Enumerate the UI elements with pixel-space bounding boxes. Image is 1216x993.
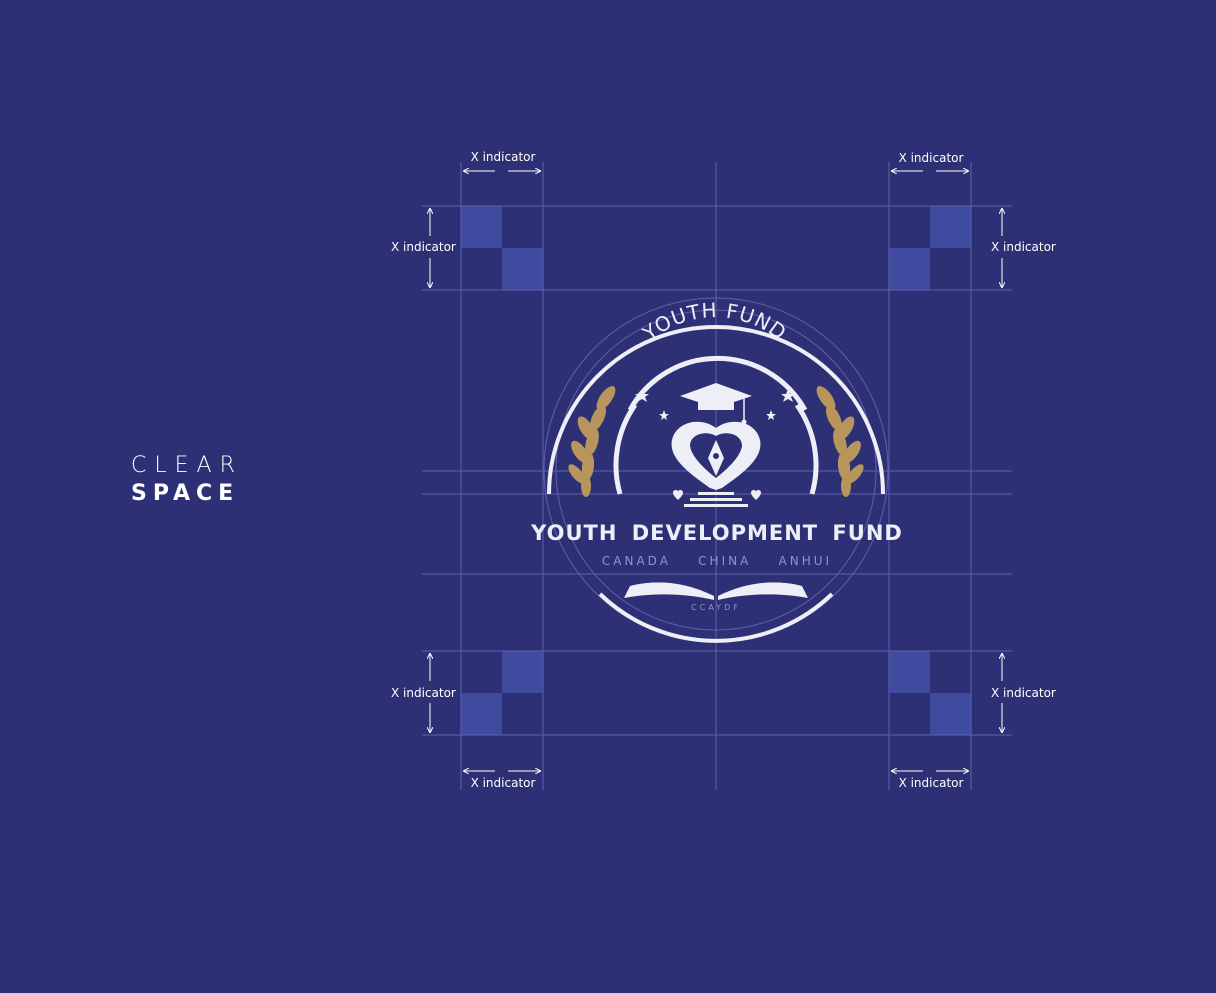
indicator-label: X indicator xyxy=(391,686,456,700)
indicator-label: X indicator xyxy=(471,150,536,164)
logo-inner-arc-right xyxy=(794,403,819,495)
logo-inner-arc-left xyxy=(613,403,638,495)
clear-space-diagram: X indicator X indicator X indicator X in… xyxy=(391,150,1056,790)
guide-square xyxy=(930,206,971,248)
left-laurel-icon xyxy=(568,386,616,497)
pen-nib-icon xyxy=(671,421,761,490)
logo-arc-text: YOUTH FUND xyxy=(637,298,791,346)
guide-square xyxy=(502,651,543,693)
right-laurel-icon xyxy=(816,386,864,497)
guide-square xyxy=(502,248,543,290)
indicator-label: X indicator xyxy=(471,776,536,790)
guide-square xyxy=(461,206,502,248)
indicator-label: X indicator xyxy=(899,776,964,790)
indicator-label: X indicator xyxy=(391,240,456,254)
guide-square xyxy=(889,651,930,693)
guide-square xyxy=(889,248,930,290)
guide-square xyxy=(461,693,502,735)
logo-main-text: YOUTH DEVELOPMENT FUND xyxy=(530,521,903,545)
guide-square xyxy=(930,693,971,735)
indicator-label: X indicator xyxy=(991,686,1056,700)
logo-sub-text: CANADA CHINA ANHUI xyxy=(602,554,832,568)
indicator-label: X indicator xyxy=(991,240,1056,254)
indicator-label: X indicator xyxy=(899,151,964,165)
logo-small-text: CCAYDF xyxy=(691,603,741,612)
